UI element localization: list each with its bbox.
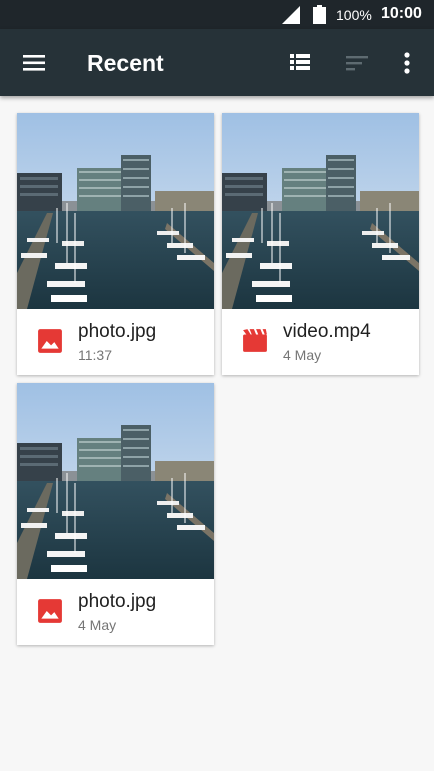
app-bar: Recent — [0, 29, 434, 96]
file-date: 4 May — [283, 347, 322, 363]
photo-thumbnail — [17, 113, 214, 309]
file-name: photo.jpg — [78, 321, 157, 342]
recent-files-grid: photo.jpg 11:37 video.mp4 4 May photo.jp… — [0, 96, 434, 771]
menu-icon[interactable] — [14, 43, 54, 83]
file-name: video.mp4 — [283, 321, 371, 342]
image-icon — [38, 599, 62, 623]
video-thumbnail — [222, 113, 419, 309]
clock: 10:00 — [381, 5, 422, 22]
status-bar: 100% 10:00 — [0, 0, 434, 29]
sort-icon[interactable] — [337, 43, 377, 83]
photo-thumbnail — [17, 383, 214, 579]
more-vert-icon[interactable] — [392, 43, 422, 83]
signal-icon — [282, 6, 300, 24]
list-view-icon[interactable] — [280, 43, 320, 83]
file-card-photo[interactable]: photo.jpg 11:37 — [17, 113, 214, 375]
movie-icon — [243, 329, 267, 352]
file-name: photo.jpg — [78, 591, 157, 612]
image-icon — [38, 329, 62, 353]
battery-percent: 100% — [336, 7, 372, 23]
file-card-photo[interactable]: photo.jpg 4 May — [17, 383, 214, 645]
file-date: 11:37 — [78, 347, 112, 363]
page-title: Recent — [87, 50, 164, 76]
file-date: 4 May — [78, 617, 117, 633]
battery-icon — [313, 5, 326, 24]
file-card-video[interactable]: video.mp4 4 May — [222, 113, 419, 375]
